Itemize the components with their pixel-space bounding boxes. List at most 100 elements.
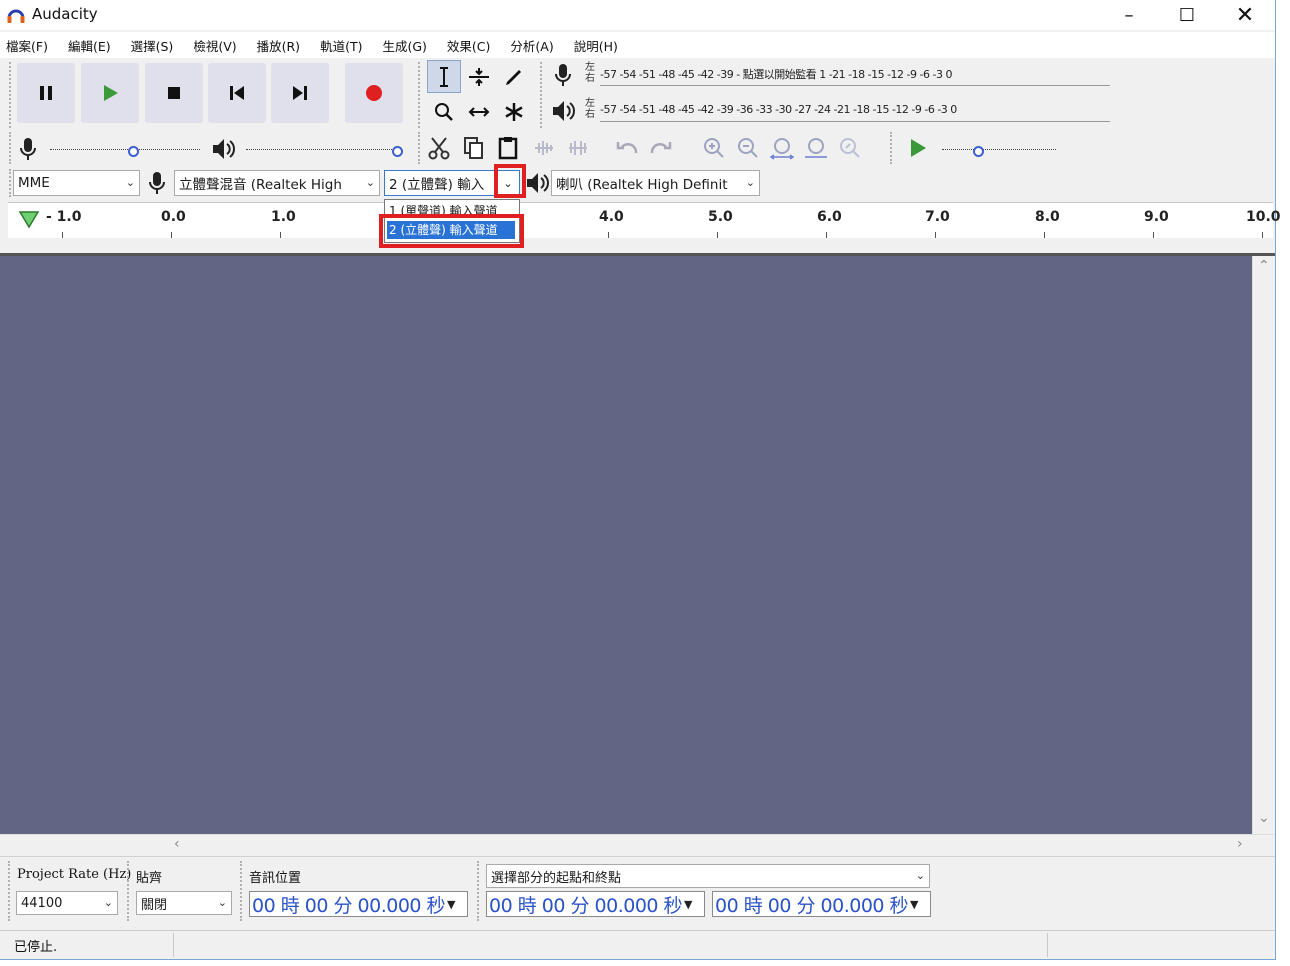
- zoom-toggle-button[interactable]: [833, 131, 867, 165]
- project-rate-label: Project Rate (Hz): [17, 867, 132, 882]
- selection-mode-select[interactable]: 選擇部分的起點和終點 ⌄: [486, 864, 930, 888]
- audio-position-field[interactable]: 00 時 00 分 00.000 秒 ▼: [249, 891, 468, 917]
- toolbar-grip[interactable]: [890, 132, 894, 164]
- vertical-scrollbar[interactable]: ⌃ ⌄: [1252, 256, 1275, 834]
- scissors-icon: [428, 137, 450, 160]
- fit-selection-button[interactable]: [765, 131, 799, 165]
- toolbar-grip[interactable]: [240, 861, 244, 921]
- horizontal-scrollbar[interactable]: ‹ ›: [0, 834, 1275, 856]
- record-meter-lr-label: 左 右: [585, 62, 595, 84]
- playback-volume-slider[interactable]: [246, 149, 398, 150]
- skip-to-start-button[interactable]: [208, 63, 266, 123]
- playback-device-select[interactable]: 喇叭 (Realtek High Definit ⌄: [551, 170, 760, 196]
- scroll-right-icon[interactable]: ›: [1237, 836, 1243, 852]
- redo-button[interactable]: [644, 131, 678, 165]
- paste-button[interactable]: [491, 131, 525, 165]
- copy-button[interactable]: [456, 131, 490, 165]
- selection-end-field[interactable]: 00 時 00 分 00.000 秒 ▼: [712, 891, 931, 917]
- play-button[interactable]: [81, 63, 139, 123]
- silence-button[interactable]: [561, 131, 595, 165]
- zoom-out-button[interactable]: [731, 131, 765, 165]
- toolbar-grip[interactable]: [127, 861, 131, 921]
- menu-select[interactable]: 選擇(S): [131, 36, 174, 55]
- trim-audio-icon: [535, 141, 553, 155]
- playback-volume-icon: [213, 139, 235, 159]
- timeline-ruler[interactable]: - 1.0 0.0 1.0 4.0 5.0 6.0 7.0 8.0 9.0 10…: [8, 202, 1281, 238]
- skip-end-icon: [293, 86, 307, 100]
- menu-bar: 檔案(F) 編輯(E) 選擇(S) 檢視(V) 播放(R) 軌道(T) 生成(G…: [0, 32, 1275, 58]
- zoom-tool-button[interactable]: [427, 95, 461, 128]
- ruler-label: 5.0: [708, 209, 733, 225]
- playback-device-value: 喇叭 (Realtek High Definit: [556, 177, 728, 193]
- playback-volume-knob[interactable]: [392, 146, 403, 157]
- track-separator: [0, 238, 1275, 256]
- microphone-icon[interactable]: [552, 62, 574, 88]
- record-volume-knob[interactable]: [128, 146, 139, 157]
- magnifier-icon: [435, 102, 453, 121]
- scroll-up-icon[interactable]: ⌃: [1258, 258, 1270, 274]
- snap-to-select[interactable]: 關閉 ⌄: [136, 891, 232, 915]
- audio-host-select[interactable]: MME ⌄: [13, 170, 140, 196]
- skip-start-icon: [230, 86, 244, 100]
- menu-generate[interactable]: 生成(G): [382, 36, 426, 55]
- selection-mode-value: 選擇部分的起點和終點: [491, 870, 622, 886]
- record-volume-slider[interactable]: [50, 149, 200, 150]
- speaker-icon[interactable]: [550, 98, 576, 124]
- menu-view[interactable]: 檢視(V): [193, 36, 236, 55]
- fit-project-button[interactable]: [799, 131, 833, 165]
- audio-position-value: 00 時 00 分 00.000 秒: [252, 894, 446, 917]
- record-meter[interactable]: -57 -54 -51 -48 -45 -42 -39 - 點選以開始監看 1 …: [600, 62, 1110, 86]
- toolbar-grip[interactable]: [477, 861, 481, 921]
- play-speed-knob[interactable]: [973, 146, 984, 157]
- track-panel[interactable]: [0, 256, 1252, 834]
- ruler-label: 1.0: [271, 209, 296, 225]
- draw-tool-button[interactable]: [497, 60, 531, 93]
- status-text: 已停止.: [14, 940, 58, 955]
- menu-file[interactable]: 檔案(F): [6, 36, 48, 55]
- toolbar-grip[interactable]: [418, 62, 422, 128]
- menu-edit[interactable]: 編輯(E): [68, 36, 111, 55]
- scroll-down-icon[interactable]: ⌄: [1258, 810, 1270, 826]
- envelope-tool-button[interactable]: [462, 60, 496, 93]
- toolbar-grip[interactable]: [540, 62, 544, 128]
- menu-help[interactable]: 說明(H): [574, 36, 618, 55]
- scroll-left-icon[interactable]: ‹: [174, 836, 180, 852]
- ruler-label: 8.0: [1035, 209, 1060, 225]
- project-rate-select[interactable]: 44100 ⌄: [16, 891, 118, 915]
- selection-start-field[interactable]: 00 時 00 分 00.000 秒 ▼: [486, 891, 705, 917]
- trim-button[interactable]: [527, 131, 561, 165]
- play-speed-slider[interactable]: [942, 149, 1056, 150]
- close-button[interactable]: ✕: [1216, 0, 1274, 30]
- maximize-button[interactable]: ☐: [1158, 0, 1216, 30]
- highlight-box-dropdown-button: [494, 164, 526, 198]
- recording-device-select[interactable]: 立體聲混音 (Realtek High ⌄: [174, 170, 380, 196]
- chevron-down-icon: ⌄: [125, 176, 135, 189]
- toolbar-grip[interactable]: [9, 62, 13, 128]
- pause-button[interactable]: [17, 63, 75, 123]
- stop-button[interactable]: [145, 63, 203, 123]
- selection-tool-button[interactable]: [427, 60, 461, 93]
- zoom-in-button[interactable]: [697, 131, 731, 165]
- menu-analyze[interactable]: 分析(A): [510, 36, 553, 55]
- zoom-in-icon: [704, 138, 724, 158]
- menu-effect[interactable]: 效果(C): [447, 36, 490, 55]
- playback-meter[interactable]: -57 -54 -51 -48 -45 -42 -39 -36 -33 -30 …: [600, 98, 1110, 122]
- toolbar-grip[interactable]: [8, 861, 12, 921]
- record-button[interactable]: [345, 63, 403, 123]
- pin-head-icon[interactable]: [18, 209, 40, 229]
- skip-to-end-button[interactable]: [271, 63, 329, 123]
- status-divider: [173, 933, 174, 957]
- multi-tool-button[interactable]: [497, 95, 531, 128]
- minimize-button[interactable]: –: [1100, 0, 1158, 30]
- record-volume-icon: [20, 138, 36, 160]
- play-at-speed-button[interactable]: [900, 131, 934, 165]
- menu-tracks[interactable]: 軌道(T): [320, 36, 362, 55]
- menu-transport[interactable]: 播放(R): [257, 36, 300, 55]
- toolbar-grip[interactable]: [9, 132, 13, 164]
- undo-button[interactable]: [610, 131, 644, 165]
- cut-button[interactable]: [422, 131, 456, 165]
- timeshift-tool-button[interactable]: [462, 95, 496, 128]
- chevron-down-icon: ⌄: [217, 896, 227, 909]
- play-icon: [911, 139, 926, 157]
- ruler-label: - 1.0: [46, 209, 82, 225]
